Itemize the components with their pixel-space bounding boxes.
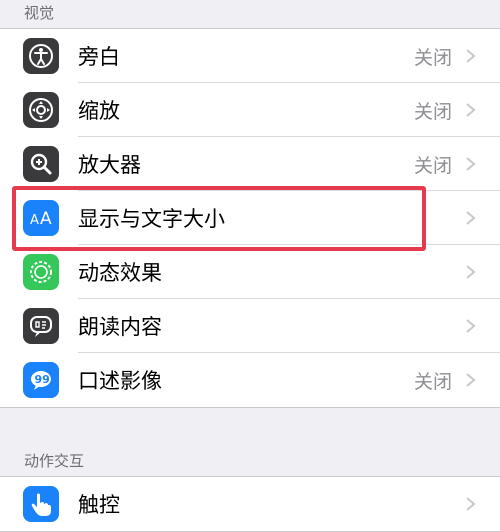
chevron-right-icon bbox=[466, 49, 476, 63]
row-label: 朗读内容 bbox=[78, 315, 162, 339]
row-display-text-size[interactable]: AA 显示与文字大小 bbox=[0, 191, 500, 245]
zoom-icon bbox=[23, 92, 59, 128]
chevron-right-icon bbox=[466, 319, 476, 333]
row-label: 触控 bbox=[78, 493, 120, 517]
row-label: 缩放 bbox=[78, 99, 120, 123]
chevron-right-icon bbox=[466, 211, 476, 225]
motion-icon bbox=[23, 254, 59, 290]
chevron-right-icon bbox=[466, 373, 476, 387]
row-label: 口述影像 bbox=[78, 369, 162, 393]
audio-description-icon: 99 bbox=[23, 362, 59, 398]
row-label: 显示与文字大小 bbox=[78, 207, 225, 231]
row-audio-descriptions[interactable]: 99 口述影像 关闭 bbox=[0, 353, 500, 407]
row-touch[interactable]: 触控 bbox=[0, 477, 500, 531]
voiceover-icon bbox=[23, 38, 59, 74]
speech-icon bbox=[23, 308, 59, 344]
section-header-interaction: 动作交互 bbox=[24, 452, 85, 470]
touch-icon bbox=[23, 486, 59, 522]
svg-text:99: 99 bbox=[35, 373, 50, 386]
section-header-vision: 视觉 bbox=[24, 4, 55, 22]
row-value: 关闭 bbox=[413, 100, 452, 123]
row-zoom[interactable]: 缩放 关闭 bbox=[0, 83, 500, 137]
row-label: 旁白 bbox=[78, 45, 120, 69]
row-value: 关闭 bbox=[413, 154, 452, 177]
interaction-settings-group: 触控 bbox=[0, 476, 500, 532]
row-voiceover[interactable]: 旁白 关闭 bbox=[0, 29, 500, 83]
row-magnifier[interactable]: 放大器 关闭 bbox=[0, 137, 500, 191]
row-value: 关闭 bbox=[413, 370, 452, 393]
row-label: 放大器 bbox=[78, 153, 141, 177]
chevron-right-icon bbox=[466, 497, 476, 511]
chevron-right-icon bbox=[466, 265, 476, 279]
row-label: 动态效果 bbox=[78, 261, 162, 285]
svg-text:A: A bbox=[40, 209, 52, 229]
row-value: 关闭 bbox=[413, 46, 452, 69]
vision-settings-group: 旁白 关闭 缩放 关闭 放大器 关闭 AA 显示与文字大小 动态效果 朗读内容 … bbox=[0, 28, 500, 408]
svg-text:A: A bbox=[30, 213, 39, 228]
chevron-right-icon bbox=[466, 157, 476, 171]
row-spoken-content[interactable]: 朗读内容 bbox=[0, 299, 500, 353]
chevron-right-icon bbox=[466, 103, 476, 117]
magnifier-icon bbox=[23, 146, 59, 182]
text-size-icon: AA bbox=[23, 200, 59, 236]
row-motion[interactable]: 动态效果 bbox=[0, 245, 500, 299]
